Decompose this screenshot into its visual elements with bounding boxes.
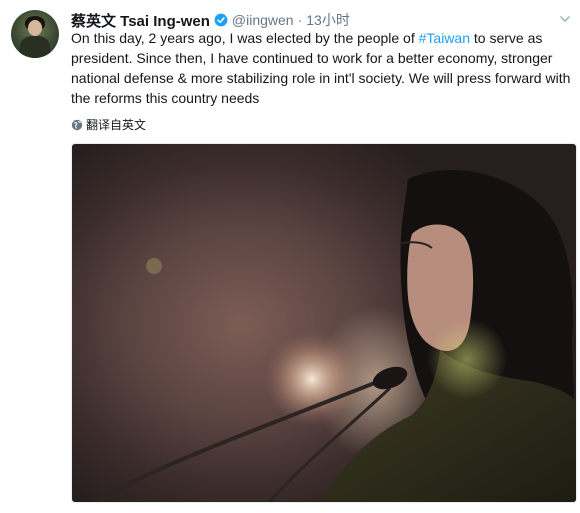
photo-illustration bbox=[95, 170, 576, 502]
tweet[interactable]: 蔡英文 Tsai Ing-wen @iingwen · 13小时 On this… bbox=[0, 0, 580, 513]
tweet-photo[interactable] bbox=[71, 143, 577, 503]
timestamp-link[interactable]: 13小时 bbox=[306, 10, 350, 30]
avatar-body bbox=[20, 36, 50, 58]
chevron-down-icon[interactable] bbox=[560, 14, 570, 24]
verified-badge-icon bbox=[214, 13, 228, 27]
translate-tweet-button[interactable]: 翻译自英文 bbox=[71, 116, 146, 133]
tweet-text-part1: On this day, 2 years ago, I was elected … bbox=[71, 30, 419, 46]
tweet-text: On this day, 2 years ago, I was elected … bbox=[71, 28, 571, 108]
tweet-header: 蔡英文 Tsai Ing-wen @iingwen · 13小时 bbox=[71, 10, 350, 30]
avatar-face bbox=[28, 20, 42, 36]
hashtag-link[interactable]: #Taiwan bbox=[419, 30, 470, 46]
separator-dot: · bbox=[297, 12, 303, 28]
avatar[interactable] bbox=[11, 10, 59, 58]
translate-label: 翻译自英文 bbox=[86, 118, 147, 132]
background-light bbox=[264, 331, 360, 427]
user-handle[interactable]: @iingwen bbox=[232, 12, 294, 28]
globe-icon bbox=[71, 119, 83, 130]
